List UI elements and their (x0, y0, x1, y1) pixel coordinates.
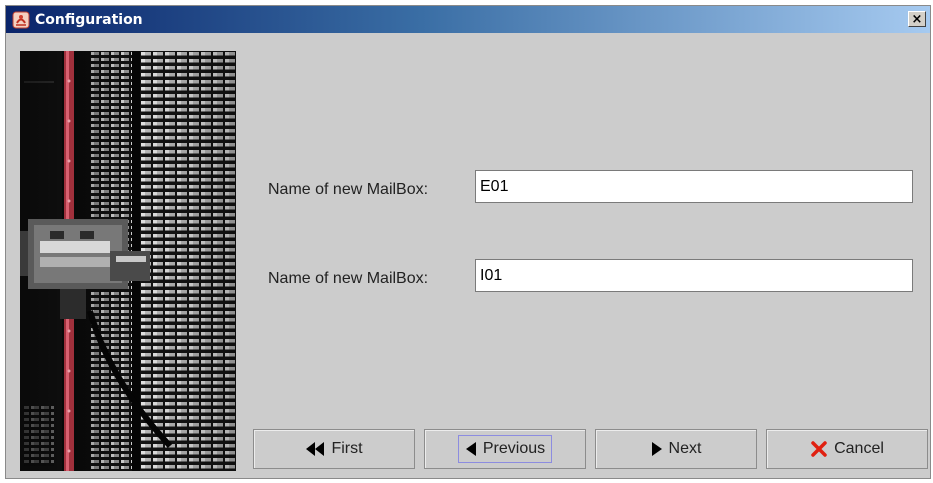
mailbox-name-input-1[interactable] (475, 170, 913, 203)
right-triangle-icon (651, 441, 663, 457)
first-button[interactable]: First (253, 429, 415, 469)
close-button[interactable]: × (908, 11, 926, 27)
previous-button-label: Previous (482, 440, 546, 457)
cancel-button-label: Cancel (834, 440, 884, 457)
java-app-icon (12, 11, 30, 29)
red-x-icon (810, 440, 828, 458)
previous-button[interactable]: Previous (424, 429, 586, 469)
cancel-button[interactable]: Cancel (766, 429, 928, 469)
configuration-window: Configuration × Name of new MailBox: E01… (5, 5, 931, 479)
mailbox-name-input-2[interactable] (475, 259, 913, 292)
previous-button-focus: Previous (457, 435, 553, 463)
left-triangle-icon (465, 441, 477, 457)
window-title: Configuration (35, 11, 143, 28)
double-left-arrow-icon (305, 441, 325, 457)
mailbox-name-label-1: Name of new MailBox: (268, 181, 429, 198)
close-icon: × (911, 11, 923, 27)
next-button[interactable]: Next (595, 429, 757, 469)
title-bar[interactable]: Configuration × (6, 6, 930, 33)
first-button-label: First (331, 440, 363, 457)
mailbox-name-label-2: Name of new MailBox: (268, 270, 429, 287)
next-button-label: Next (668, 440, 702, 457)
tape-library-image (20, 51, 236, 471)
